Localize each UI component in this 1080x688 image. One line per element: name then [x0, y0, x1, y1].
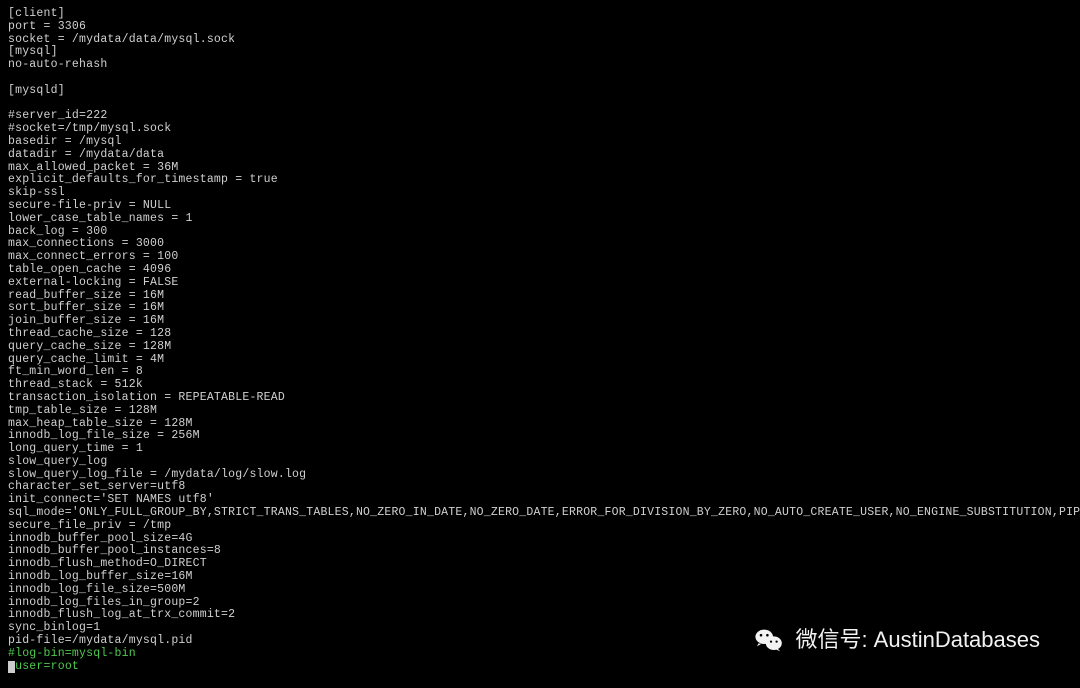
- config-line: ft_min_word_len = 8: [8, 366, 1072, 379]
- config-line: no-auto-rehash: [8, 59, 1072, 72]
- config-line: read_buffer_size = 16M: [8, 290, 1072, 303]
- config-line: explicit_defaults_for_timestamp = true: [8, 174, 1072, 187]
- config-line: table_open_cache = 4096: [8, 264, 1072, 277]
- config-line: innodb_log_file_size=500M: [8, 584, 1072, 597]
- config-line: thread_cache_size = 128: [8, 328, 1072, 341]
- config-line: thread_stack = 512k: [8, 379, 1072, 392]
- watermark-text: 微信号: AustinDatabases: [795, 628, 1040, 652]
- config-line: [8, 72, 1072, 85]
- config-line: datadir = /mydata/data: [8, 149, 1072, 162]
- config-line: innodb_log_file_size = 256M: [8, 430, 1072, 443]
- config-line: join_buffer_size = 16M: [8, 315, 1072, 328]
- config-line: lower_case_table_names = 1: [8, 213, 1072, 226]
- wechat-icon: [753, 624, 785, 656]
- config-line: [mysqld]: [8, 85, 1072, 98]
- config-line: secure-file-priv = NULL: [8, 200, 1072, 213]
- watermark: 微信号: AustinDatabases: [753, 624, 1040, 656]
- config-line: #socket=/tmp/mysql.sock: [8, 123, 1072, 136]
- config-line: long_query_time = 1: [8, 443, 1072, 456]
- config-line: tmp_table_size = 128M: [8, 405, 1072, 418]
- config-line: basedir = /mysql: [8, 136, 1072, 149]
- config-line: #user=root: [8, 661, 1072, 674]
- config-line: query_cache_limit = 4M: [8, 354, 1072, 367]
- config-line: secure_file_priv = /tmp: [8, 520, 1072, 533]
- config-line: back_log = 300: [8, 226, 1072, 239]
- terminal-output: [client]port = 3306socket = /mydata/data…: [8, 8, 1072, 673]
- config-line: port = 3306: [8, 21, 1072, 34]
- config-line: sql_mode='ONLY_FULL_GROUP_BY,STRICT_TRAN…: [8, 507, 1072, 520]
- config-line: transaction_isolation = REPEATABLE-READ: [8, 392, 1072, 405]
- config-line: external-locking = FALSE: [8, 277, 1072, 290]
- config-line: query_cache_size = 128M: [8, 341, 1072, 354]
- config-line: innodb_flush_log_at_trx_commit=2: [8, 609, 1072, 622]
- config-line: innodb_log_buffer_size=16M: [8, 571, 1072, 584]
- config-line: [client]: [8, 8, 1072, 21]
- config-line: slow_query_log: [8, 456, 1072, 469]
- config-line: [mysql]: [8, 46, 1072, 59]
- config-line: socket = /mydata/data/mysql.sock: [8, 34, 1072, 47]
- config-line: [8, 98, 1072, 111]
- config-line: sort_buffer_size = 16M: [8, 302, 1072, 315]
